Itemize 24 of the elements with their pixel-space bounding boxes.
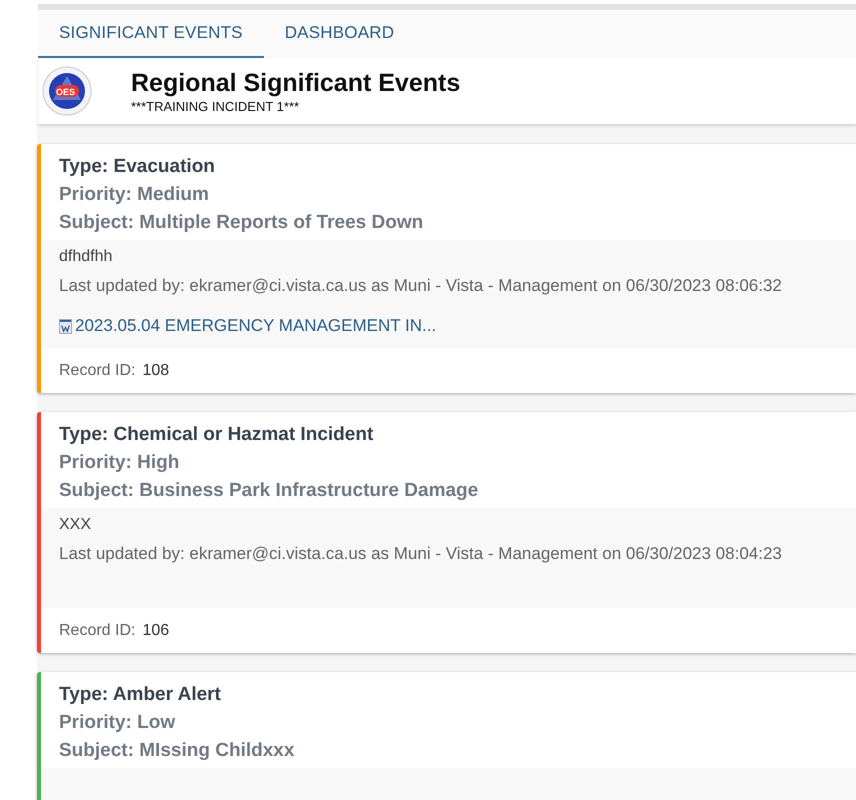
attachment-link[interactable]: 2023.05.04 EMERGENCY MANAGEMENT IN... bbox=[75, 316, 436, 336]
page-title: Regional Significant Events bbox=[131, 68, 460, 98]
event-subject: Subject: Multiple Reports of Trees Down bbox=[59, 212, 424, 234]
event-type: Type: Evacuation bbox=[59, 156, 216, 178]
event-description: XXX bbox=[59, 516, 92, 534]
record-label: Record ID: bbox=[59, 362, 136, 380]
page-subtitle: ***TRAINING INCIDENT 1*** bbox=[131, 98, 300, 114]
logo-text: OES bbox=[56, 87, 76, 97]
last-updated-text: Last updated by: ekramer@ci.vista.ca.us as Muni - Vista - Management on 06/30/2023 08:04:23 bbox=[59, 544, 783, 564]
record-id: 108 bbox=[142, 362, 170, 380]
logo-icon bbox=[42, 66, 92, 116]
event-priority: Priority: Medium bbox=[59, 184, 210, 206]
event-priority: Priority: Low bbox=[59, 712, 176, 734]
record-label: Record ID: bbox=[59, 622, 136, 640]
record-id: 106 bbox=[142, 622, 170, 640]
event-subject: Subject: MIssing Childxxx bbox=[59, 740, 296, 762]
event-type: Type: Amber Alert bbox=[59, 684, 222, 706]
event-description: dfhdfhh bbox=[59, 248, 114, 266]
last-updated-text: Last updated by: ekramer@ci.vista.ca.us as Muni - Vista - Management on 06/30/2023 08:06:32 bbox=[59, 276, 783, 296]
event-subject: Subject: Business Park Infrastructure Damage bbox=[59, 480, 480, 502]
document-icon bbox=[59, 318, 72, 334]
event-priority: Priority: High bbox=[59, 452, 180, 474]
event-type: Type: Chemical or Hazmat Incident bbox=[59, 424, 374, 446]
tab[interactable]: DASHBOARD bbox=[264, 10, 416, 58]
